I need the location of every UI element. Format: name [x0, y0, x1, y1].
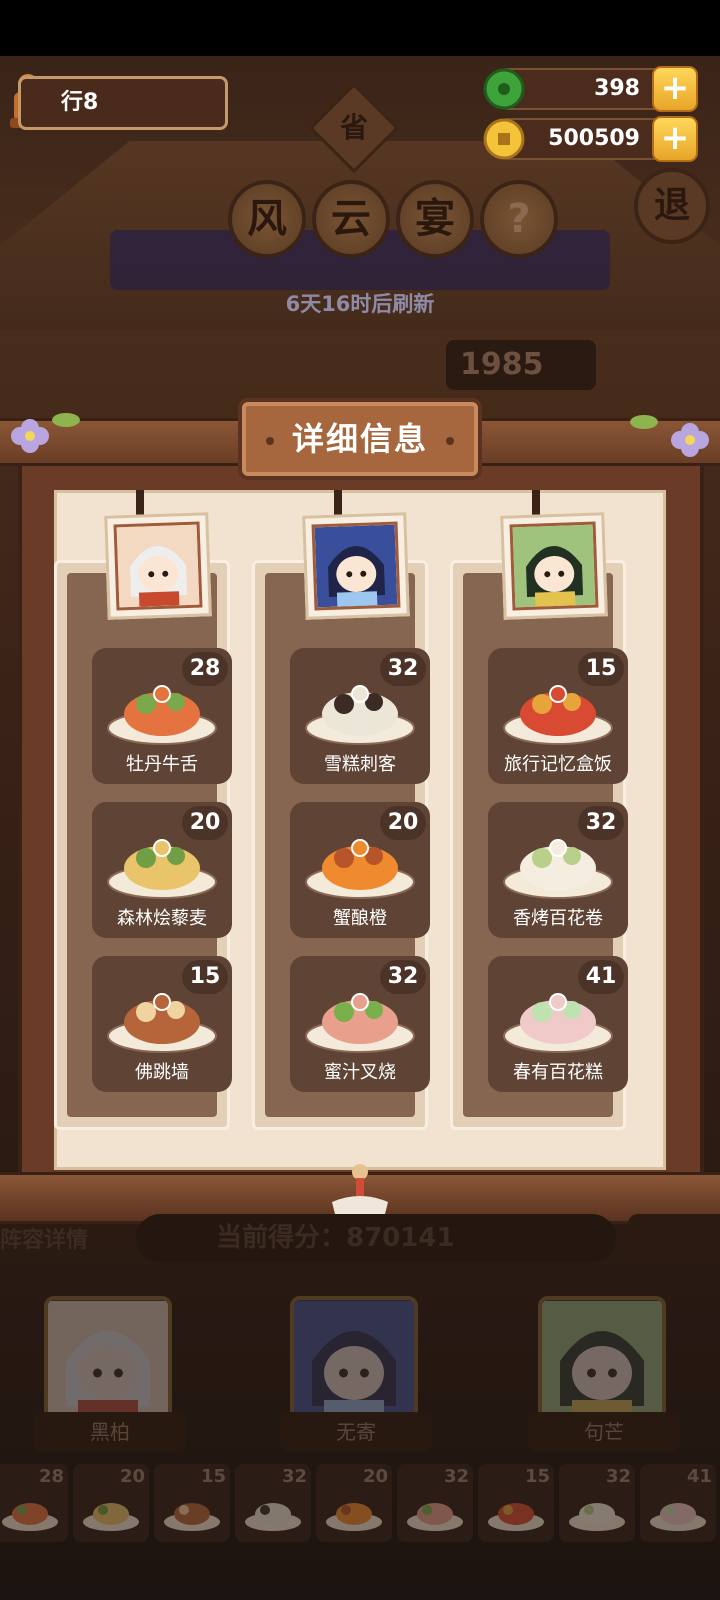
dish-thumbnail-icon	[245, 1503, 301, 1531]
title-char-3: 宴	[396, 180, 474, 258]
dish-tile[interactable]: 32 雪糕刺客	[290, 648, 430, 784]
dish-name: 森林烩藜麦	[117, 908, 207, 929]
dish-count: 32	[380, 960, 426, 994]
dish-count: 32	[380, 652, 426, 686]
chef-portrait-icon	[542, 1301, 662, 1421]
current-score: 当前得分：870141	[136, 1214, 616, 1262]
coin-icon	[483, 118, 525, 160]
dish-count: 20	[380, 806, 426, 840]
dish-name: 香烤百花卷	[513, 908, 603, 929]
dish-count: 32	[578, 806, 624, 840]
dish-count: 28	[182, 652, 228, 686]
chef-portrait-icon	[113, 521, 203, 611]
flower-decoration-right-icon	[630, 415, 709, 457]
refresh-timer: 6天16时后刷新	[285, 292, 435, 316]
dish-tile[interactable]: 28 牡丹牛舌	[92, 648, 232, 784]
lineup-dish-item[interactable]: 15	[478, 1464, 554, 1542]
team-member-card[interactable]	[538, 1296, 666, 1426]
dish-thumbnail-icon	[83, 1503, 139, 1531]
lineup-dish-count: 32	[443, 1466, 469, 1487]
dish-thumbnail-icon	[569, 1503, 625, 1531]
lineup-detail-label[interactable]: 阵容详情	[0, 1222, 88, 1254]
dish-name: 蜜汁叉烧	[324, 1062, 396, 1083]
dish-thumbnail-icon	[488, 1503, 544, 1531]
dish-count: 15	[182, 960, 228, 994]
lineup-dish-item[interactable]: 41	[640, 1464, 716, 1542]
jade-amount: 398	[594, 76, 640, 101]
chef-portrait[interactable]	[104, 512, 212, 620]
dish-count: 41	[578, 960, 624, 994]
dish-name: 蟹酿橙	[333, 908, 387, 929]
dish-name: 佛跳墙	[135, 1062, 189, 1083]
dish-name: 春有百花糕	[513, 1062, 603, 1083]
add-jade-button[interactable]: +	[652, 66, 698, 112]
jade-counter: 398 +	[483, 66, 698, 112]
team-member-card[interactable]	[44, 1296, 172, 1426]
lineup-dish-item[interactable]: 28	[0, 1464, 68, 1542]
dish-name: 旅行记忆盒饭	[504, 754, 612, 775]
modal-title: 详细信息	[238, 398, 482, 480]
team-member-card[interactable]	[290, 1296, 418, 1426]
dish-thumbnail-icon	[164, 1503, 220, 1531]
chef-portrait-icon	[311, 521, 401, 611]
team-member-name: 黑柏	[34, 1412, 186, 1452]
lineup-dish-count: 41	[686, 1466, 712, 1487]
lineup-dish-item[interactable]: 20	[73, 1464, 149, 1542]
lineup-dish-item[interactable]: 32	[235, 1464, 311, 1542]
chef-portrait[interactable]	[500, 512, 608, 620]
dish-thumbnail-icon	[2, 1503, 58, 1531]
lineup-dish-item[interactable]: 20	[316, 1464, 392, 1542]
dish-count: 15	[578, 652, 624, 686]
team-member-name: 无寄	[280, 1412, 432, 1452]
lineup-dish-item[interactable]: 32	[559, 1464, 635, 1542]
lineup-dish-count: 20	[119, 1466, 145, 1487]
coin-counter: 500509 +	[483, 116, 698, 162]
rank-badge[interactable]: 行8	[18, 76, 228, 130]
dish-thumbnail-icon	[650, 1503, 706, 1531]
game-screen: 1985 行8 398 + 500509 + 省 风 云 宴 ? 退 6天16时…	[0, 0, 720, 1600]
lineup-dish-count: 15	[524, 1466, 550, 1487]
add-coins-button[interactable]: +	[652, 116, 698, 162]
title-char-2: 云	[312, 180, 390, 258]
dish-tile[interactable]: 32 香烤百花卷	[488, 802, 628, 938]
lineup-dish-count: 32	[605, 1466, 631, 1487]
dish-count: 20	[182, 806, 228, 840]
dish-tile[interactable]: 41 春有百花糕	[488, 956, 628, 1092]
dish-name: 雪糕刺客	[324, 754, 396, 775]
jade-icon	[483, 68, 525, 110]
chef-portrait[interactable]	[302, 512, 410, 620]
dish-thumbnail-icon	[326, 1503, 382, 1531]
dish-tile[interactable]: 15 旅行记忆盒饭	[488, 648, 628, 784]
event-title: 风 云 宴 ?	[228, 180, 558, 258]
exit-button[interactable]: 退	[634, 168, 710, 244]
dish-thumbnail-icon	[407, 1503, 463, 1531]
dish-tile[interactable]: 20 森林烩藜麦	[92, 802, 232, 938]
dish-tile[interactable]: 20 蟹酿橙	[290, 802, 430, 938]
lineup-dish-count: 15	[200, 1466, 226, 1487]
lineup-dish-count: 28	[38, 1466, 64, 1487]
reset-button[interactable]	[628, 1214, 720, 1262]
chef-portrait-icon	[48, 1301, 168, 1421]
lineup-dish-item[interactable]: 32	[397, 1464, 473, 1542]
flower-decoration-left-icon	[11, 413, 80, 453]
title-char-1: 风	[228, 180, 306, 258]
dish-tile[interactable]: 32 蜜汁叉烧	[290, 956, 430, 1092]
dish-name: 牡丹牛舌	[126, 754, 198, 775]
chef-portrait-icon	[509, 521, 599, 611]
lineup-dish-count: 32	[281, 1466, 307, 1487]
lineup-dish-count: 20	[362, 1466, 388, 1487]
help-button[interactable]: ?	[480, 180, 558, 258]
lineup-dish-item[interactable]: 15	[154, 1464, 230, 1542]
coin-amount: 500509	[548, 126, 640, 151]
background-score: 1985	[446, 340, 596, 390]
dish-tile[interactable]: 15 佛跳墙	[92, 956, 232, 1092]
chef-portrait-icon	[294, 1301, 414, 1421]
team-member-name: 句芒	[528, 1412, 680, 1452]
